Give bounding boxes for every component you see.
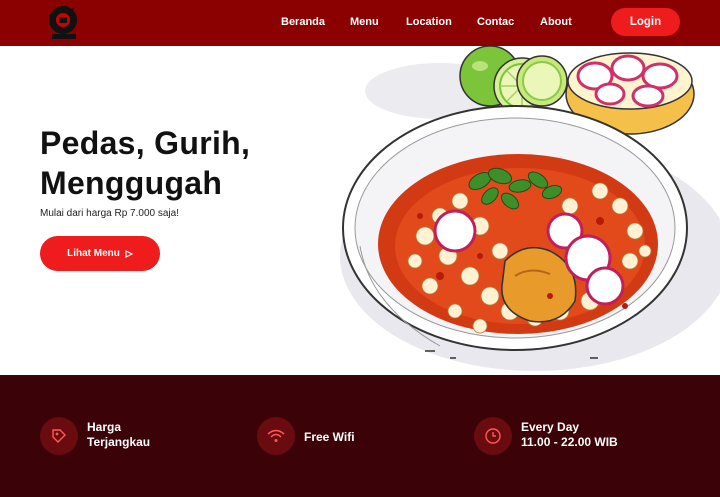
feature-harga-line1: Harga: [87, 420, 122, 434]
play-triangle-icon: [125, 249, 133, 258]
wifi-icon: [257, 417, 295, 455]
nav-location[interactable]: Location: [406, 16, 452, 28]
hero-section: Pedas, Gurih, Menggugah Mulai dari harga…: [0, 46, 720, 375]
nav-beranda[interactable]: Beranda: [281, 16, 325, 28]
food-bowl-illustration: [340, 46, 720, 371]
feature-hours: Every Day 11.00 - 22.00 WIB: [474, 417, 618, 455]
feature-harga-line2: Terjangkau: [87, 435, 151, 449]
lihat-menu-button[interactable]: Lihat Menu: [40, 236, 160, 271]
restaurant-logo[interactable]: [44, 2, 84, 42]
cta-label: Lihat Menu: [67, 248, 120, 259]
nav-about[interactable]: About: [540, 16, 572, 28]
features-bar: Harga Terjangkau Free Wifi Every Day 11.…: [0, 375, 720, 497]
feature-hours-line2: 11.00 - 22.00 WIB: [521, 435, 618, 449]
nav-contac[interactable]: Contac: [477, 16, 514, 28]
feature-wifi-line1: Free Wifi: [304, 430, 355, 444]
feature-wifi: Free Wifi: [257, 417, 355, 455]
hero-subtitle: Mulai dari harga Rp 7.000 saja!: [40, 208, 179, 219]
clock-icon: [474, 417, 512, 455]
login-button[interactable]: Login: [611, 8, 680, 36]
hero-title: Pedas, Gurih, Menggugah: [40, 125, 251, 201]
navbar: Beranda Menu Location Contac About Login: [0, 0, 720, 46]
feature-hours-line1: Every Day: [521, 420, 580, 434]
feature-harga: Harga Terjangkau: [40, 417, 167, 455]
nav-menu[interactable]: Menu: [350, 16, 379, 28]
price-tag-icon: [40, 417, 78, 455]
